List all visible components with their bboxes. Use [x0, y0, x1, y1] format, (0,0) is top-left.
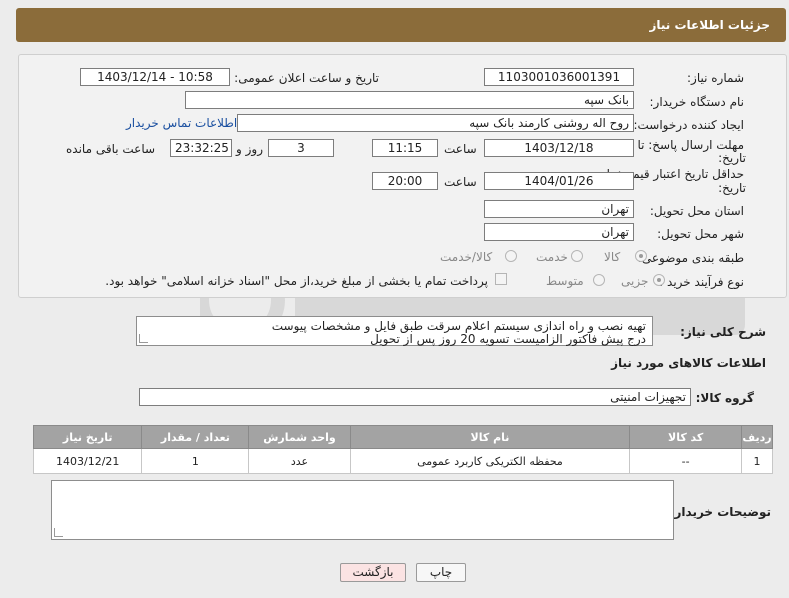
- description-line-2: درج پیش فاکتور الزامیست تسویه 20 روز پس …: [370, 332, 646, 346]
- price-validity-time-field: 20:00: [372, 172, 438, 190]
- cell-need-date: 1403/12/21: [32, 448, 143, 474]
- province-field: تهران: [484, 200, 634, 218]
- cell-row: 1: [741, 448, 773, 474]
- reply-date-field: 1403/12/18: [484, 139, 634, 157]
- back-button[interactable]: بازگشت: [340, 563, 406, 582]
- col-goods-name: نام کالا: [349, 425, 631, 449]
- category-option-service: خدمت: [536, 250, 568, 264]
- cell-goods-name: محفظه الکتریکی کاربرد عمومی: [349, 448, 631, 474]
- category-radio-service[interactable]: [571, 250, 583, 262]
- description-line-1: تهیه نصب و راه اندازی سیستم اعلام سرقت ط…: [271, 319, 646, 333]
- payment-treasury-checkbox[interactable]: [495, 273, 507, 285]
- announce-datetime-field: 1403/12/14 - 10:58: [80, 68, 230, 86]
- process-radio-medium[interactable]: [593, 274, 605, 286]
- remaining-time-field: 23:32:25: [170, 139, 232, 157]
- process-option-minor: جزیی: [621, 274, 649, 288]
- process-option-medium: متوسط: [546, 274, 584, 288]
- col-quantity: تعداد / مقدار: [141, 425, 250, 449]
- process-type-label: نوع فرآیند خرید :: [659, 275, 744, 289]
- buyer-org-field: بانک سپه: [185, 91, 634, 109]
- need-number-field: 1103001036001391: [484, 68, 634, 86]
- print-button[interactable]: چاپ: [416, 563, 466, 582]
- buyer-notes-label: توضیحات خریدار:: [669, 505, 771, 519]
- category-radio-goods-service[interactable]: [505, 250, 517, 262]
- days-label: روز و: [236, 142, 263, 156]
- category-option-goods-service: کالا/خدمت: [440, 250, 493, 264]
- page-title: جزئیات اطلاعات نیاز: [649, 18, 770, 32]
- col-unit: واحد شمارش: [248, 425, 351, 449]
- col-row: ردیف: [741, 425, 773, 449]
- category-radio-goods[interactable]: [635, 250, 647, 262]
- cell-unit: عدد: [248, 448, 351, 474]
- buyer-contact-link[interactable]: اطلاعات تماس خریدار: [126, 116, 237, 130]
- page-header: جزئیات اطلاعات نیاز: [16, 8, 786, 42]
- price-validity-label-date: تاریخ:: [718, 181, 746, 195]
- category-label: طبقه بندی موضوعی:: [637, 251, 744, 265]
- goods-section-title: اطلاعات کالاهای مورد نیاز: [611, 356, 766, 370]
- category-option-goods: کالا: [604, 250, 621, 264]
- resize-handle-icon[interactable]: [139, 334, 148, 343]
- reply-time-label: ساعت: [444, 142, 477, 156]
- need-number-label: شماره نیاز:: [687, 71, 744, 85]
- description-label: شرح کلی نیاز:: [680, 325, 766, 339]
- price-validity-date-field: 1404/01/26: [484, 172, 634, 190]
- price-validity-time-label: ساعت: [444, 175, 477, 189]
- reply-time-field: 11:15: [372, 139, 438, 157]
- buyer-org-label: نام دستگاه خریدار:: [649, 95, 745, 109]
- city-field: تهران: [484, 223, 634, 241]
- buyer-notes-textarea[interactable]: [51, 480, 674, 540]
- resize-handle-icon[interactable]: [54, 528, 63, 537]
- announce-datetime-label: تاریخ و ساعت اعلان عمومی:: [234, 71, 379, 85]
- description-textarea[interactable]: تهیه نصب و راه اندازی سیستم اعلام سرقت ط…: [136, 316, 653, 346]
- city-label: شهر محل تحویل:: [657, 227, 744, 241]
- goods-table-header: ردیف کد کالا نام کالا واحد شمارش تعداد /…: [32, 425, 773, 449]
- process-radio-minor[interactable]: [653, 274, 665, 286]
- province-label: استان محل تحویل:: [649, 204, 744, 218]
- cell-quantity: 1: [141, 448, 250, 474]
- goods-group-label: گروه کالا:: [695, 391, 754, 405]
- requester-label: ایجاد کننده درخواست:: [633, 118, 744, 132]
- col-goods-code: کد کالا: [629, 425, 743, 449]
- payment-treasury-note: پرداخت تمام یا بخشی از مبلغ خرید،از محل …: [105, 274, 488, 288]
- remaining-days-field: 3: [268, 139, 334, 157]
- col-need-date: تاریخ نیاز: [32, 425, 143, 449]
- remaining-time-label: ساعت باقی مانده: [66, 142, 156, 156]
- reply-deadline-label: مهلت ارسال پاسخ: تا: [637, 138, 744, 152]
- cell-goods-code: --: [629, 448, 743, 474]
- table-row: 1 -- محفظه الکتریکی کاربرد عمومی عدد 1 1…: [32, 448, 773, 474]
- goods-table: ردیف کد کالا نام کالا واحد شمارش تعداد /…: [32, 425, 773, 474]
- goods-group-field: تجهیزات امنیتی: [139, 388, 691, 406]
- requester-field: روح اله روشنی کارمند بانک سپه: [237, 114, 634, 132]
- reply-deadline-label-date: تاریخ:: [718, 151, 746, 165]
